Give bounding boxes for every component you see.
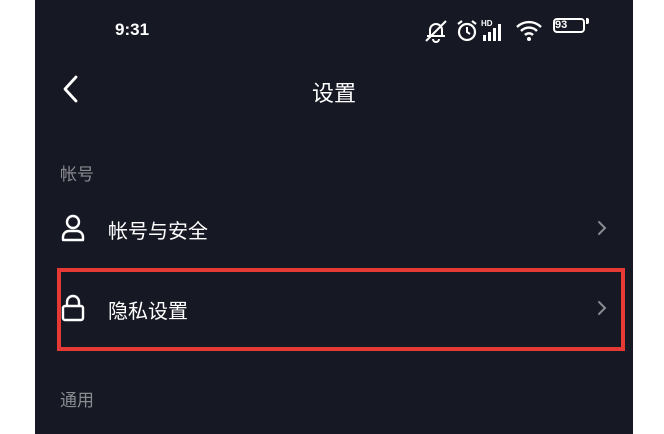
- wifi-icon: [515, 18, 543, 48]
- section-label-general: 通用: [60, 391, 94, 411]
- svg-text:HD: HD: [481, 19, 493, 28]
- settings-item-label: 帐号与安全: [108, 219, 208, 243]
- lock-icon: [60, 293, 86, 323]
- battery-level: 93: [555, 19, 568, 31]
- alarm-icon: [455, 18, 479, 48]
- chevron-right-icon: [597, 300, 607, 316]
- battery-icon: 93: [553, 18, 585, 33]
- page-title: 设置: [311, 82, 356, 107]
- settings-screen: 9:31 HD 93 设置 帐号 帐号与安全 隐私设置 通用: [35, 0, 633, 434]
- user-icon: [60, 213, 86, 243]
- nav-bar: 设置: [35, 64, 633, 114]
- status-time: 9:31: [115, 20, 150, 39]
- settings-item-label: 隐私设置: [108, 299, 188, 323]
- battery-tip: [586, 18, 589, 24]
- notifications-off-icon: [423, 18, 449, 48]
- settings-item-privacy[interactable]: 隐私设置: [35, 273, 633, 345]
- chevron-right-icon: [597, 220, 607, 236]
- section-label-account: 帐号: [60, 165, 94, 185]
- settings-item-account-security[interactable]: 帐号与安全: [35, 193, 633, 265]
- status-bar: 9:31 HD 93: [35, 0, 633, 64]
- hd-signal-icon: HD: [481, 18, 507, 48]
